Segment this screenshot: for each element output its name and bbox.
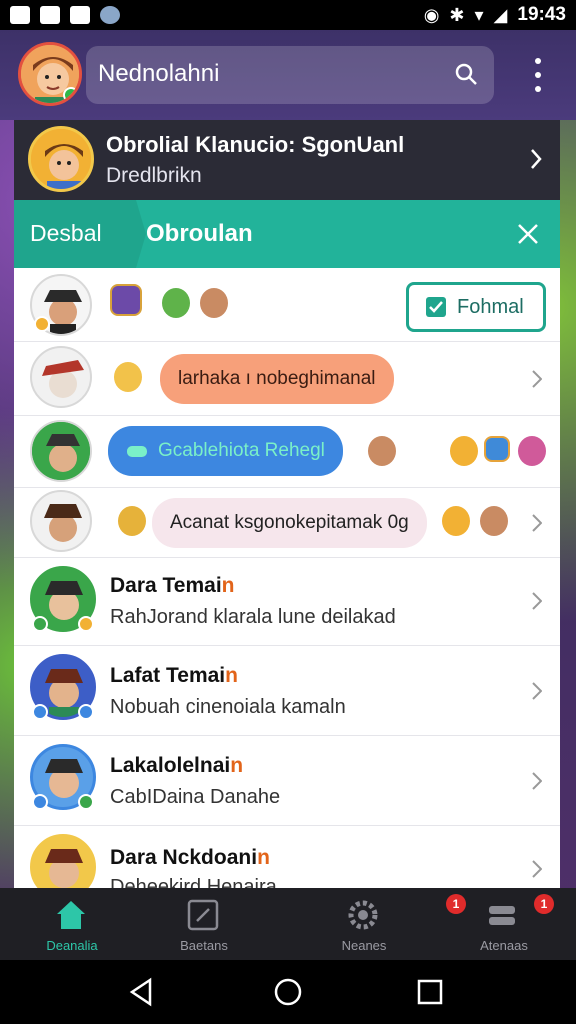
mail-notification-icon xyxy=(70,6,90,24)
nav-atenaas[interactable]: Atenaas xyxy=(432,888,576,960)
pinned-avatar xyxy=(28,126,94,192)
profile-avatar[interactable] xyxy=(18,42,82,106)
pinned-subtitle: Dredlbrikn xyxy=(106,164,202,187)
search-bar[interactable]: Nednolahni xyxy=(86,46,494,104)
list-item[interactable]: Gcablehiota Rehegl xyxy=(14,416,560,488)
chevron-right-icon xyxy=(532,514,542,532)
friend-face-icon xyxy=(114,362,142,392)
contact-preview: CabIDaina Danahe xyxy=(110,786,281,808)
message-chip-text: Gcablehiota Rehegl xyxy=(158,440,325,461)
status-badge xyxy=(78,794,94,810)
list-item[interactable]: Lakalolelnain CabIDaina Danahe xyxy=(14,736,560,826)
avatar xyxy=(30,834,96,888)
nav-label: Neanes xyxy=(341,938,387,953)
message-chip[interactable]: larhaka ı nobeghimanal xyxy=(160,354,394,404)
list-item[interactable]: Dara Nckdoanin Deheekird Henaira xyxy=(14,826,560,888)
back-icon[interactable] xyxy=(126,976,158,1008)
avatar xyxy=(30,346,92,408)
status-badge xyxy=(78,704,94,720)
sticker-icon xyxy=(484,436,510,462)
status-bar: ◉ ✱ ▾ ◢ 19:43 xyxy=(0,0,576,30)
alarm-icon: ◉ xyxy=(423,5,440,25)
gamepad-icon xyxy=(127,446,147,457)
bottom-navigation: Deanalia Baetans Neanes 1 Atenaas 1 xyxy=(0,888,576,960)
list-item[interactable]: Fohmal xyxy=(14,268,560,342)
close-icon[interactable] xyxy=(516,222,540,246)
contact-preview: Deheekird Henaira xyxy=(110,876,277,888)
list-item[interactable]: Acanat ksgonokepitamak 0g xyxy=(14,488,560,558)
contact-name: Dara Temain xyxy=(110,574,235,597)
fohmal-label: Fohmal xyxy=(457,295,524,318)
fohmal-button[interactable]: Fohmal xyxy=(406,282,546,332)
chevron-right-icon xyxy=(531,149,542,169)
contact-name: Lafat Temain xyxy=(110,664,238,687)
pinned-chat-row[interactable]: Obrolial Klanucio: SgonUanl Dredlbrikn xyxy=(14,120,560,202)
chat-list: Fohmal larhaka ı nobeghimanal Gcablehiot… xyxy=(14,268,560,888)
nav-label: Deanalia xyxy=(46,938,98,953)
avatar xyxy=(30,420,92,482)
app-header: Nednolahni xyxy=(0,30,576,120)
gear-icon xyxy=(348,900,378,930)
bluetooth-icon: ✱ xyxy=(449,5,465,25)
status-badge xyxy=(78,616,94,632)
status-badge xyxy=(32,616,48,632)
friend-face-icon xyxy=(450,436,478,466)
checkbox-icon xyxy=(426,297,446,317)
nav-label: Baetans xyxy=(180,938,228,953)
tab-separator xyxy=(136,200,146,268)
friend-face-icon xyxy=(118,506,146,536)
contact-preview: Nobuah cinenoiala kamaln xyxy=(110,696,346,718)
tab-header: Desbal Obroulan xyxy=(14,200,560,268)
nav-label: Atenaas xyxy=(480,938,528,953)
header-title: Nednolahni xyxy=(98,60,220,87)
avatar-face-icon xyxy=(21,45,79,103)
sticker-icon xyxy=(110,284,142,316)
chevron-right-icon xyxy=(532,592,542,610)
app-notification-icon xyxy=(100,6,120,24)
contact-name: Dara Nckdoanin xyxy=(110,846,270,869)
friend-face-icon xyxy=(200,288,228,318)
list-item[interactable]: larhaka ı nobeghimanal xyxy=(14,342,560,416)
nav-baetans[interactable]: Baetans xyxy=(132,888,276,960)
status-badge xyxy=(32,794,48,810)
friend-face-icon xyxy=(368,436,396,466)
friend-face-icon xyxy=(442,506,470,536)
wifi-icon: ▾ xyxy=(474,5,484,25)
signal-icon: ◢ xyxy=(493,5,508,25)
gallery-notification-icon xyxy=(10,6,30,24)
chevron-right-icon xyxy=(532,772,542,790)
list-item[interactable]: Dara Temain RahJorand klarala lune deila… xyxy=(14,558,560,646)
recents-icon[interactable] xyxy=(414,976,446,1008)
contact-preview: RahJorand klarala lune deilakad xyxy=(110,606,396,628)
tab-obroulan[interactable]: Obroulan xyxy=(146,220,253,248)
friend-face-icon xyxy=(162,288,190,318)
pinned-title: Obrolial Klanucio: SgonUanl xyxy=(106,132,405,157)
clock: 19:43 xyxy=(517,4,566,25)
friend-face-icon xyxy=(480,506,508,536)
tab-desbal-label: Desbal xyxy=(30,220,102,246)
system-navigation-bar xyxy=(0,960,576,1024)
tab-desbal[interactable]: Desbal xyxy=(14,200,136,268)
message-chip[interactable]: Acanat ksgonokepitamak 0g xyxy=(152,498,427,548)
more-options-icon[interactable] xyxy=(530,58,546,92)
home-icon xyxy=(57,901,85,929)
home-button-icon[interactable] xyxy=(272,976,304,1008)
nav-neanes[interactable]: Neanes xyxy=(292,888,436,960)
list-item[interactable]: Lafat Temain Nobuah cinenoiala kamaln xyxy=(14,646,560,736)
contact-name: Lakalolelnain xyxy=(110,754,244,777)
nav-deanalia[interactable]: Deanalia xyxy=(0,888,144,960)
friend-face-icon xyxy=(518,436,546,466)
search-icon[interactable] xyxy=(454,62,478,86)
chevron-right-icon xyxy=(532,860,542,878)
chevron-right-icon xyxy=(532,370,542,388)
status-badge xyxy=(34,316,50,332)
edit-icon xyxy=(187,899,219,931)
message-chip-blue[interactable]: Gcablehiota Rehegl xyxy=(108,426,343,476)
message-notification-icon xyxy=(40,6,60,24)
notification-badge: 1 xyxy=(534,894,554,914)
chat-icon xyxy=(489,906,515,925)
avatar xyxy=(30,490,92,552)
chevron-right-icon xyxy=(532,682,542,700)
status-badge xyxy=(32,704,48,720)
